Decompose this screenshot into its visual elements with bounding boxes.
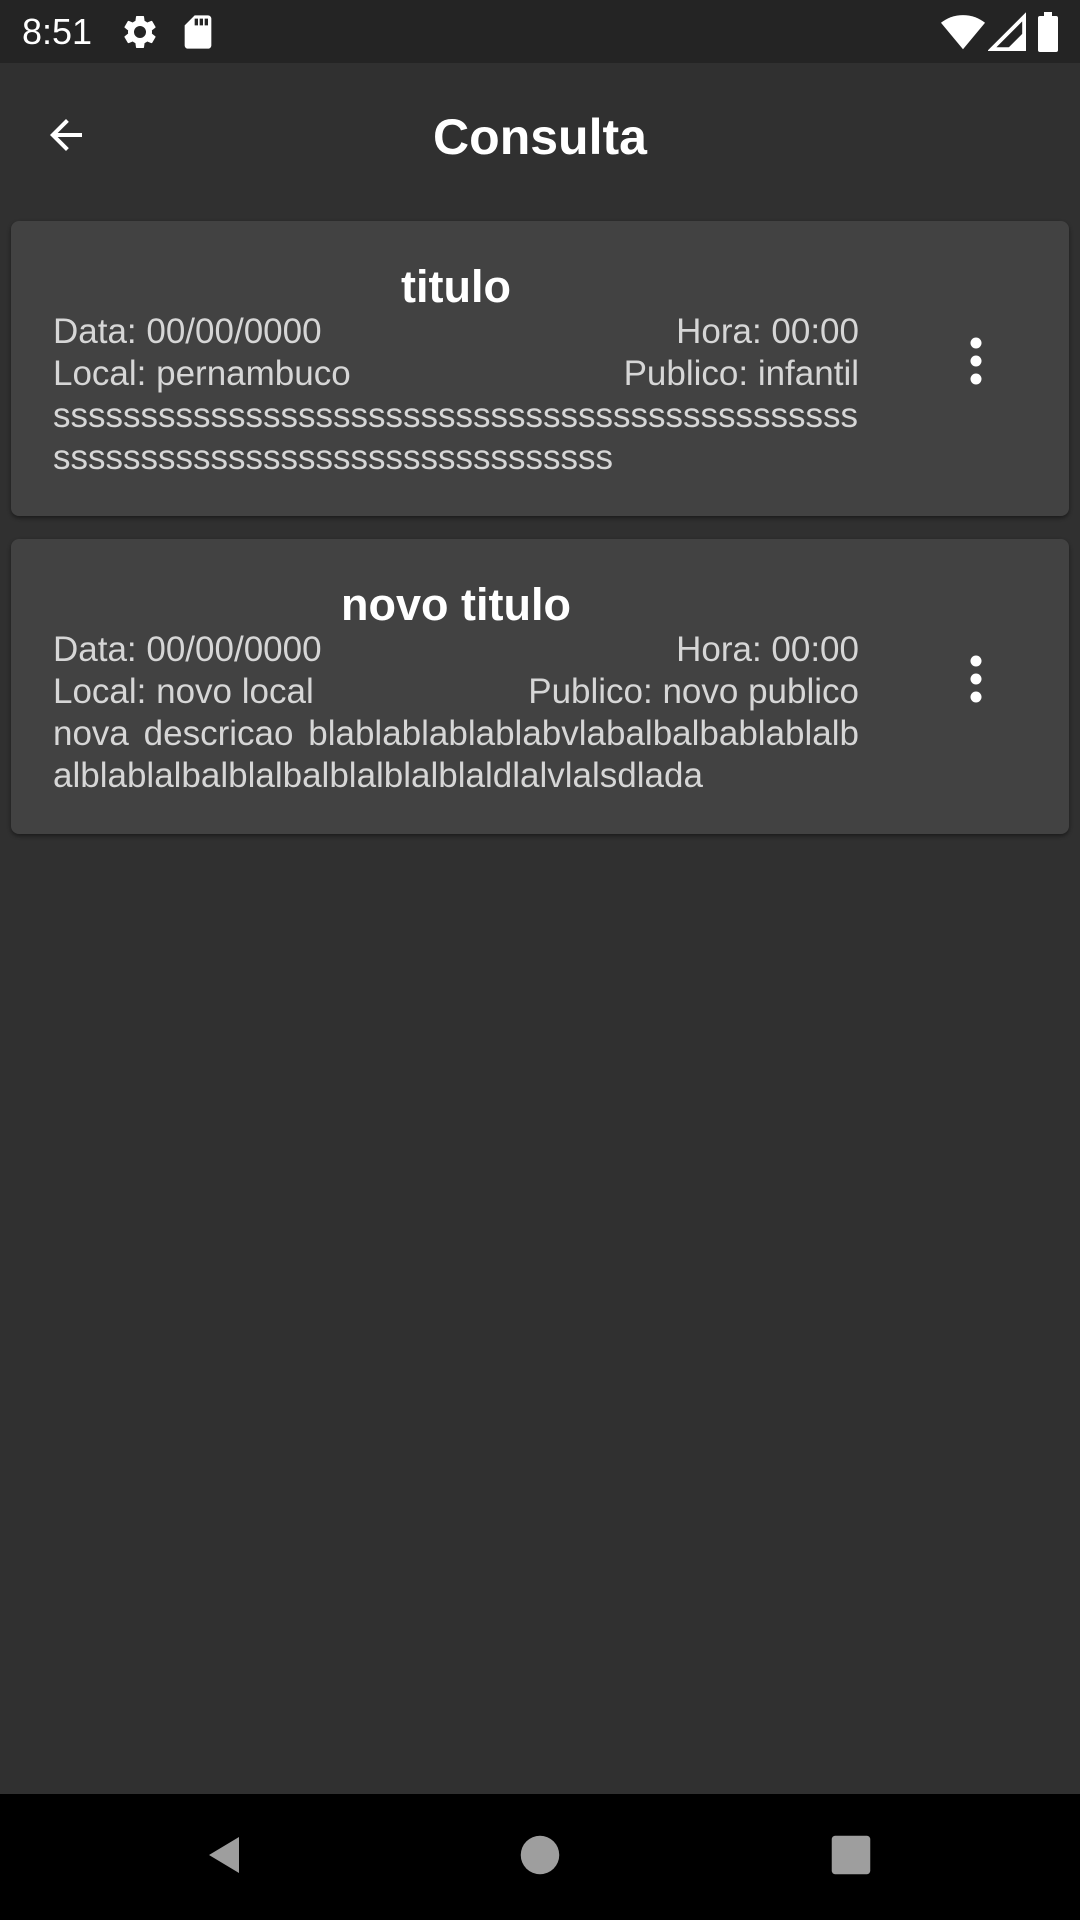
app-bar: Consulta (0, 63, 1080, 210)
card-place-audience-row: Local: pernambuco Publico: infantil (53, 353, 859, 395)
card-audience: Publico: novo publico (528, 672, 859, 711)
card-audience: Publico: infantil (623, 354, 859, 393)
card-date: Data: 00/00/0000 (53, 312, 322, 351)
event-card[interactable]: novo titulo Data: 00/00/0000 Hora: 00:00… (11, 539, 1069, 834)
card-date: Data: 00/00/0000 (53, 630, 322, 669)
battery-icon (1036, 12, 1060, 52)
card-description: ssssssssssssssssssssssssssssssssssssssss… (53, 396, 858, 477)
square-recents-icon (830, 1834, 872, 1881)
more-options-button[interactable] (949, 641, 1003, 721)
nav-home-button[interactable] (505, 1822, 575, 1892)
card-title: novo titulo (341, 579, 571, 630)
status-time: 8:51 (22, 11, 93, 52)
card-content: novo titulo Data: 00/00/0000 Hora: 00:00… (53, 575, 859, 797)
status-bar: 8:51 (0, 0, 1080, 63)
card-time: Hora: 00:00 (676, 312, 859, 351)
more-vert-icon (968, 337, 984, 390)
triangle-back-icon (201, 1831, 249, 1884)
nav-recents-button[interactable] (816, 1822, 886, 1892)
event-list: titulo Data: 00/00/0000 Hora: 00:00 Loca… (11, 221, 1069, 857)
card-content: titulo Data: 00/00/0000 Hora: 00:00 Loca… (53, 257, 859, 479)
card-place: Local: pernambuco (53, 354, 351, 393)
event-card[interactable]: titulo Data: 00/00/0000 Hora: 00:00 Loca… (11, 221, 1069, 516)
signal-icon (987, 12, 1028, 52)
wifi-icon (940, 12, 986, 52)
card-date-time-row: Data: 00/00/0000 Hora: 00:00 (53, 311, 859, 353)
card-place-audience-row: Local: novo local Publico: novo publico (53, 671, 859, 713)
card-place: Local: novo local (53, 672, 314, 711)
gear-icon (120, 12, 160, 52)
nav-back-button[interactable] (190, 1822, 260, 1892)
card-description: nova descricao blablablablablabvlabalbal… (53, 714, 859, 795)
card-time: Hora: 00:00 (676, 630, 859, 669)
more-options-button[interactable] (949, 323, 1003, 403)
more-vert-icon (968, 655, 984, 708)
card-title: titulo (401, 261, 511, 312)
page-title: Consulta (433, 109, 647, 165)
sd-card-icon (178, 12, 218, 52)
navigation-bar (0, 1794, 1080, 1920)
card-date-time-row: Data: 00/00/0000 Hora: 00:00 (53, 629, 859, 671)
circle-home-icon (519, 1834, 561, 1881)
